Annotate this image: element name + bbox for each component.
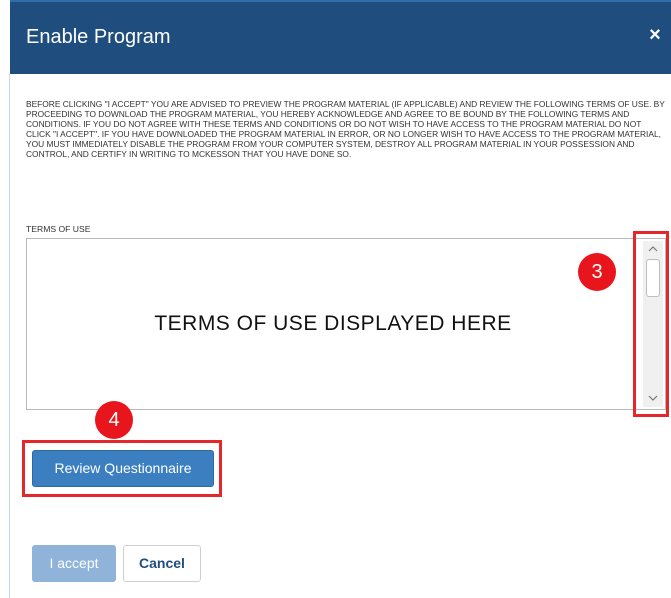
scrollbar-highlight-box bbox=[633, 231, 669, 417]
step-badge-3: 3 bbox=[578, 253, 616, 291]
dialog-left-border bbox=[9, 74, 10, 598]
disclaimer-text: BEFORE CLICKING "I ACCEPT" YOU ARE ADVIS… bbox=[26, 99, 665, 159]
terms-of-use-content: TERMS OF USE DISPLAYED HERE bbox=[154, 312, 512, 335]
terms-of-use-box[interactable]: TERMS OF USE DISPLAYED HERE bbox=[26, 238, 666, 410]
terms-of-use-label: TERMS OF USE bbox=[26, 224, 91, 234]
step-badge-4: 4 bbox=[95, 401, 133, 439]
review-questionnaire-button[interactable]: Review Questionnaire bbox=[32, 450, 214, 487]
i-accept-button[interactable]: I accept bbox=[32, 545, 116, 582]
dialog-header: Enable Program × bbox=[10, 0, 671, 74]
close-icon[interactable]: × bbox=[645, 24, 665, 47]
dialog-title: Enable Program bbox=[26, 26, 171, 48]
cancel-button[interactable]: Cancel bbox=[123, 545, 201, 582]
